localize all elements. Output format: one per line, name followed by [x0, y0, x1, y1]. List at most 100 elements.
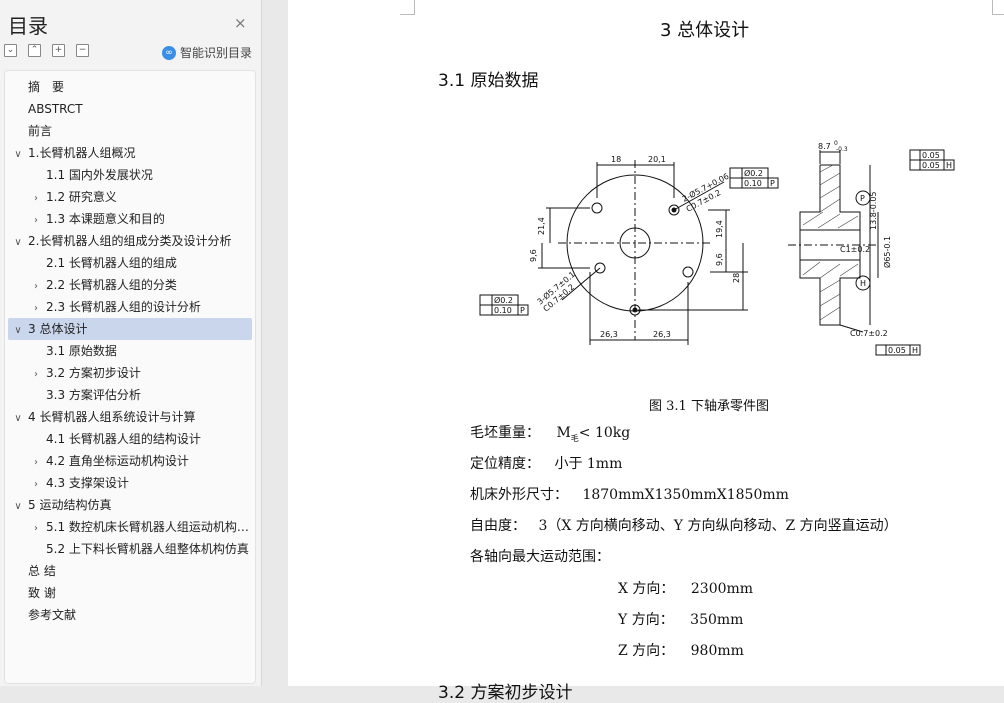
- dim-9-6-right: 9,6: [715, 253, 724, 266]
- side-tol-1: 0.05: [922, 151, 940, 160]
- page-corner-mark: [992, 0, 1004, 15]
- toc-item-label: 4 长臂机器人组系统设计与计算: [28, 410, 196, 424]
- close-icon[interactable]: ×: [234, 14, 247, 32]
- toc-item[interactable]: 前言: [8, 120, 252, 142]
- chevron-right-icon[interactable]: ›: [30, 452, 42, 472]
- range-y-value: 350mm: [690, 612, 744, 628]
- toc-item[interactable]: 4.1 长臂机器人组的结构设计: [8, 428, 252, 450]
- smart-toc-icon: ∞: [162, 45, 176, 60]
- section-title: 3.1 原始数据: [438, 71, 539, 91]
- chevron-down-icon[interactable]: ∨: [12, 408, 24, 428]
- toc-item-label: 5.2 上下料长臂机器人组整体机构仿真: [46, 542, 249, 556]
- chevron-right-icon[interactable]: ›: [30, 210, 42, 230]
- chevron-down-icon[interactable]: ∨: [12, 496, 24, 516]
- toc-item[interactable]: 参考文献: [8, 604, 252, 626]
- positioning-accuracy-value: 小于 1mm: [554, 456, 623, 472]
- toc-item[interactable]: 总 结: [8, 560, 252, 582]
- chevron-right-icon[interactable]: ›: [30, 298, 42, 318]
- toc-item[interactable]: › 4.3 支撑架设计: [8, 472, 252, 494]
- side-ref-h: H: [860, 279, 866, 288]
- dim-26-3-left: 26,3: [600, 330, 618, 339]
- range-z-value: 980mm: [690, 643, 744, 659]
- toc-item-label: 总 结: [28, 564, 56, 578]
- dim-19-4: 19,4: [715, 220, 724, 238]
- toc-item[interactable]: 3.1 原始数据: [8, 340, 252, 362]
- toc-item[interactable]: 1.1 国内外发展状况: [8, 164, 252, 186]
- add-heading-icon[interactable]: +: [52, 44, 65, 57]
- dim-9-6-left: 9,6: [529, 249, 538, 262]
- expand-up-icon[interactable]: ⌃: [28, 44, 41, 57]
- toc-item[interactable]: ∨ 3 总体设计: [8, 318, 252, 340]
- toc-item[interactable]: › 1.2 研究意义: [8, 186, 252, 208]
- toc-item[interactable]: 3.3 方案评估分析: [8, 384, 252, 406]
- toc-item[interactable]: 致 谢: [8, 582, 252, 604]
- toc-item[interactable]: › 3.2 方案初步设计: [8, 362, 252, 384]
- range-y: Y 方向： 350mm: [618, 609, 743, 629]
- toc-item[interactable]: › 5.1 数控机床长臂机器人组运动机构仿真: [8, 516, 252, 538]
- toc-item-label: 致 谢: [28, 586, 56, 600]
- positioning-accuracy-line: 定位精度： 小于 1mm: [470, 453, 622, 473]
- collapse-all-icon[interactable]: ⌄: [4, 44, 17, 57]
- toc-item[interactable]: ∨ 1.长臂机器人组概况: [8, 142, 252, 164]
- dim-26-3-right: 26,3: [653, 330, 671, 339]
- next-section-title: 3.2 方案初步设计: [438, 683, 573, 703]
- side-bottom-tol: 0.05: [888, 346, 906, 355]
- toc-item[interactable]: 2.1 长臂机器人组的组成: [8, 252, 252, 274]
- positioning-accuracy-label: 定位精度：: [470, 456, 540, 472]
- side-bottom-ref: H: [912, 346, 918, 355]
- toc-item[interactable]: › 4.2 直角坐标运动机构设计: [8, 450, 252, 472]
- toc-item[interactable]: › 1.3 本课题意义和目的: [8, 208, 252, 230]
- toc-item[interactable]: ∨ 4 长臂机器人组系统设计与计算: [8, 406, 252, 428]
- smart-toc-button[interactable]: ∞ 智能识别目录: [162, 44, 252, 61]
- chevron-right-icon[interactable]: ›: [30, 474, 42, 494]
- side-dim-vertical: 13.8-0.05: [869, 191, 878, 230]
- page-corner-mark: [400, 0, 415, 15]
- blank-weight-symbol: M: [556, 425, 571, 441]
- toc-item-label: 1.3 本课题意义和目的: [46, 212, 165, 226]
- toc-item-label: 前言: [28, 124, 53, 138]
- chevron-down-icon[interactable]: ∨: [12, 232, 24, 252]
- toc-title: 目录: [8, 14, 48, 38]
- figure-caption: 图 3.1 下轴承零件图: [649, 399, 769, 414]
- range-z: Z 方向： 980mm: [618, 640, 744, 660]
- toc-item[interactable]: ABSTRCT: [8, 98, 252, 120]
- side-c1: C1±0.2: [840, 245, 870, 254]
- tol-ref-bottom: P: [520, 306, 525, 315]
- degrees-of-freedom-value: 3（X 方向横向移动、Y 方向纵向移动、Z 方向竖直运动）: [538, 518, 898, 534]
- side-tol-2: 0.05: [922, 161, 940, 170]
- machine-size-label: 机床外形尺寸：: [470, 487, 568, 503]
- toc-item[interactable]: › 2.2 长臂机器人组的分类: [8, 274, 252, 296]
- motion-range-label: 各轴向最大运动范围：: [470, 549, 610, 565]
- range-y-axis: Y 方向：: [618, 612, 674, 628]
- toc-item-label: 2.1 长臂机器人组的组成: [46, 256, 177, 270]
- chevron-down-icon[interactable]: ∨: [12, 144, 24, 164]
- toc-item[interactable]: › 2.3 长臂机器人组的设计分析: [8, 296, 252, 318]
- toc-item[interactable]: ∨ 2.长臂机器人组的组成分类及设计分析: [8, 230, 252, 252]
- tol-position-bottom: Ø0.2: [494, 295, 513, 305]
- toc-item[interactable]: ∨ 5 运动结构仿真: [8, 494, 252, 516]
- remove-heading-icon[interactable]: −: [76, 44, 89, 57]
- blank-weight-label: 毛坯重量：: [470, 425, 540, 441]
- blank-weight-value: < 10kg: [578, 425, 631, 441]
- tol-ref-top: P: [770, 179, 775, 188]
- range-x-axis: X 方向：: [618, 581, 675, 597]
- chevron-right-icon[interactable]: ›: [30, 188, 42, 208]
- chapter-title: 3 总体设计: [660, 20, 750, 41]
- machine-size-line: 机床外形尺寸： 1870mmX1350mmX1850mm: [470, 484, 789, 504]
- toc-item-label: 2.3 长臂机器人组的设计分析: [46, 300, 201, 314]
- side-diameter: Ø65-0.1: [882, 236, 892, 268]
- chevron-right-icon[interactable]: ›: [30, 518, 42, 538]
- chevron-down-icon[interactable]: ∨: [12, 320, 24, 340]
- toc-item[interactable]: 5.2 上下料长臂机器人组整体机构仿真: [8, 538, 252, 560]
- toc-sidebar: 目录 × ⌄ ⌃ + − ∞ 智能识别目录 摘 要 ABSTRCT 前言 ∨ 1.长臂机…: [0, 0, 262, 686]
- smart-toc-label: 智能识别目录: [180, 46, 253, 60]
- dim-21-4: 21,4: [537, 217, 546, 235]
- blank-weight-subscript: 毛: [570, 433, 579, 443]
- chevron-right-icon[interactable]: ›: [30, 364, 42, 384]
- toc-item[interactable]: 摘 要: [8, 76, 252, 98]
- toc-item-label: 1.2 研究意义: [46, 190, 117, 204]
- blank-weight-line: 毛坯重量： M毛< 10kg: [470, 422, 630, 444]
- degrees-of-freedom-line: 自由度： 3（X 方向横向移动、Y 方向纵向移动、Z 方向竖直运动）: [470, 515, 898, 535]
- toc-item-label: 4.2 直角坐标运动机构设计: [46, 454, 189, 468]
- chevron-right-icon[interactable]: ›: [30, 276, 42, 296]
